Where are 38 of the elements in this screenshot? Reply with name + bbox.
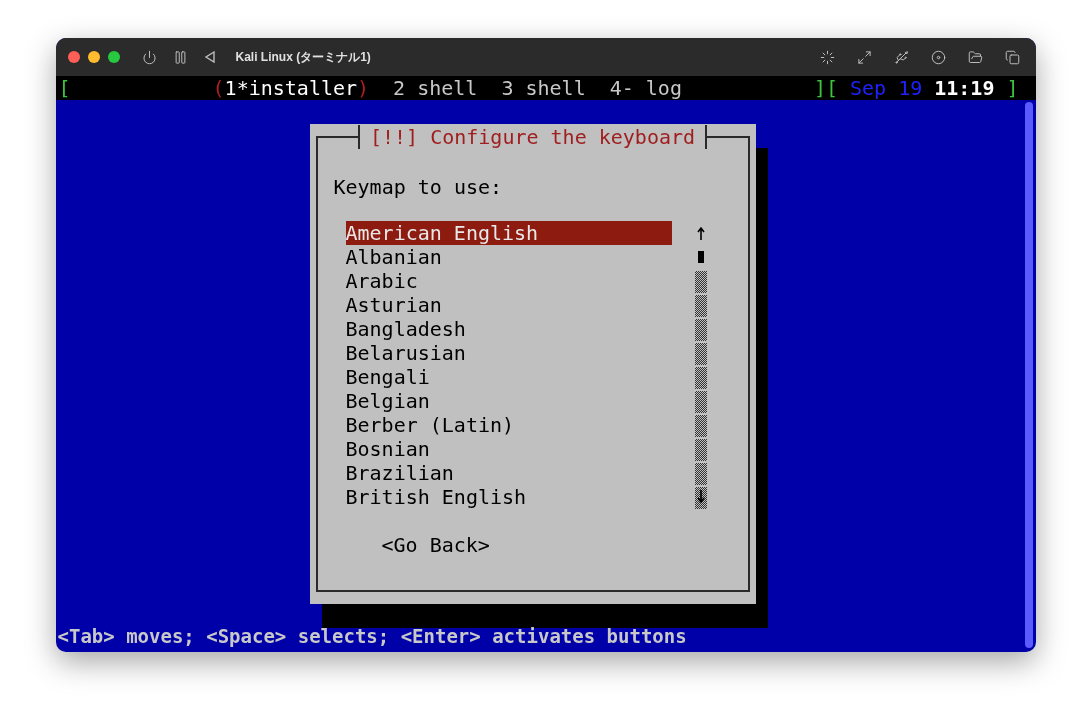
bracket-text: ] (1006, 76, 1019, 100)
keymap-option[interactable]: Bengali (345, 365, 672, 389)
zoom-icon[interactable] (107, 51, 120, 63)
window-tab[interactable]: (1*installer) (212, 76, 370, 100)
keymap-option[interactable]: American English (345, 221, 672, 245)
date-text: Sep 19 (850, 76, 923, 100)
keymap-option[interactable]: Belgian (345, 389, 672, 413)
bracket-text: ][ (813, 76, 838, 100)
power-icon[interactable] (141, 49, 157, 65)
keymap-option[interactable]: Bosnian (345, 437, 672, 461)
prompt-text: Keymap to use: (333, 175, 504, 199)
usb-icon[interactable] (893, 49, 909, 65)
keymap-option[interactable]: Berber (Latin) (345, 413, 672, 437)
window-tab[interactable]: 3 shell (501, 76, 586, 100)
back-triangle-icon[interactable] (203, 51, 216, 63)
resize-icon[interactable] (856, 49, 872, 65)
folder-icon[interactable] (967, 49, 983, 65)
keymap-option[interactable]: British English (345, 485, 672, 509)
status-line: <Tab> moves; <Space> selects; <Enter> activates buttons (56, 624, 688, 648)
minimize-icon[interactable] (87, 51, 100, 63)
keymap-option[interactable]: Asturian (345, 293, 672, 317)
window-tab[interactable]: 4- log (609, 76, 682, 100)
clock-text: 11:19 (934, 76, 995, 100)
window-title: Kali Linux (ターミナル1) (235, 49, 371, 66)
window-tab[interactable]: 2 shell (393, 76, 478, 100)
spinner-icon[interactable] (819, 49, 835, 65)
keymap-option[interactable]: Bangladesh (345, 317, 672, 341)
keymap-option[interactable]: Belarusian (345, 341, 672, 365)
windows-icon[interactable] (1004, 49, 1020, 65)
close-icon[interactable] (67, 51, 80, 63)
go-back-button[interactable]: <Go Back> (381, 533, 490, 557)
dialog-title: [!!] Configure the keyboard (357, 125, 708, 149)
pause-icon[interactable] (172, 49, 188, 65)
keymap-option[interactable]: Brazilian (345, 461, 672, 485)
keymap-option[interactable]: Albanian (345, 245, 672, 269)
bracket-text: [ (58, 76, 71, 100)
keymap-option[interactable]: Arabic (345, 269, 672, 293)
disc-icon[interactable] (930, 49, 946, 65)
